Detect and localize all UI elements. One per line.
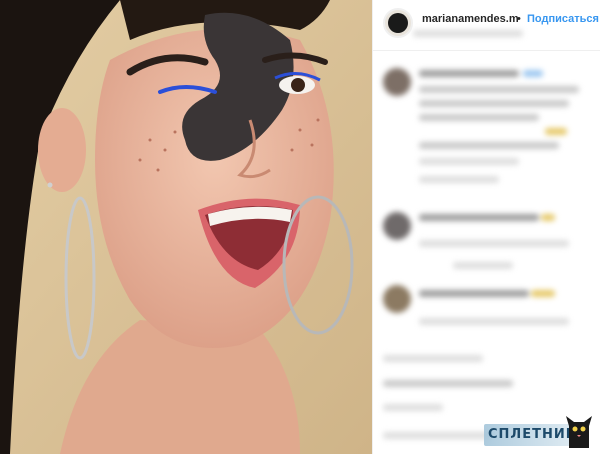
separator-dot: • <box>517 13 521 25</box>
post-date <box>383 404 443 411</box>
comment-text <box>419 142 559 149</box>
avatar-image <box>388 13 408 33</box>
profile-avatar[interactable] <box>383 8 413 38</box>
comment-author <box>419 214 539 221</box>
likes-count <box>383 380 513 387</box>
comment-author <box>419 70 519 77</box>
cat-icon <box>566 416 592 448</box>
comment-meta <box>419 240 569 247</box>
comment-meta <box>419 176 499 183</box>
comment-replies <box>453 262 513 269</box>
instagram-post: marianamendes.m • Подписаться СПЛЕТНИК <box>0 0 600 454</box>
comment-text <box>523 70 543 77</box>
comment-author <box>419 290 529 297</box>
username-link[interactable]: marianamendes.m <box>422 13 519 25</box>
comment-text <box>419 114 539 121</box>
blurred-text-line <box>413 30 523 37</box>
add-comment-field <box>383 432 493 439</box>
comment-emoji <box>531 290 555 297</box>
comment-meta <box>419 318 569 325</box>
comment-text <box>419 158 519 165</box>
follow-button[interactable]: Подписаться <box>527 13 599 25</box>
comment-avatar <box>383 68 411 96</box>
portrait-illustration <box>0 0 372 454</box>
post-photo[interactable] <box>0 0 372 454</box>
action-icons <box>383 355 483 362</box>
post-sidebar: marianamendes.m • Подписаться СПЛЕТНИК <box>372 0 600 454</box>
comment-text <box>419 100 569 107</box>
comment-avatar <box>383 212 411 240</box>
comment-emoji <box>541 214 555 221</box>
comment-text <box>419 86 579 93</box>
site-watermark: СПЛЕТНИК <box>484 414 596 450</box>
comment-avatar <box>383 285 411 313</box>
post-header: marianamendes.m • Подписаться <box>373 0 600 51</box>
comment-emoji <box>545 128 567 135</box>
